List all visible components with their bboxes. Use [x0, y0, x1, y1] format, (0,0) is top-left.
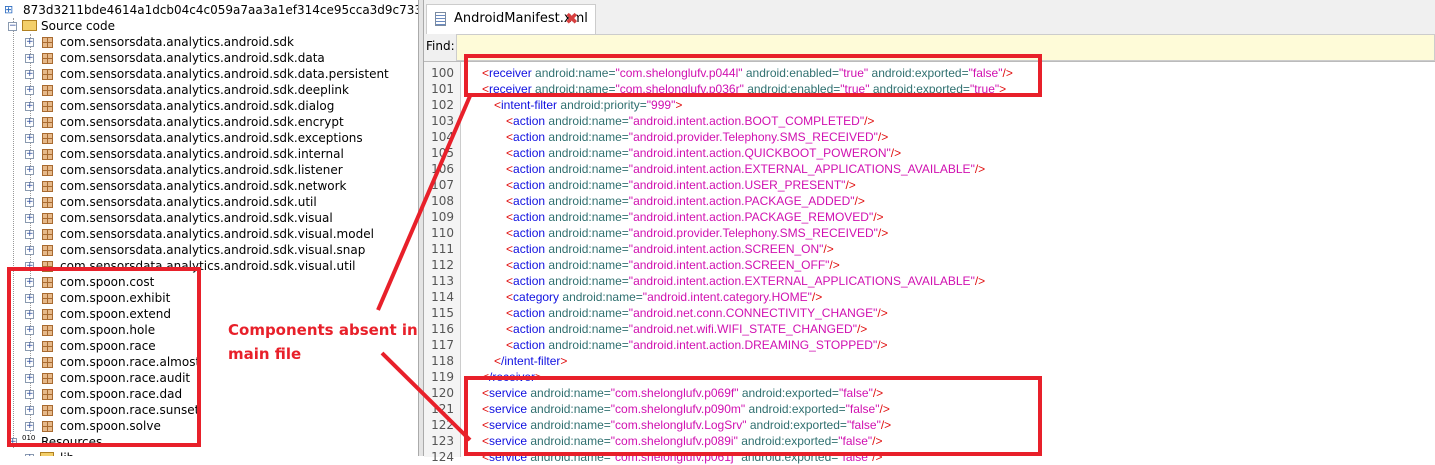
annotation-note: Components absent in main file [228, 318, 418, 366]
arrow-line-services [380, 351, 472, 442]
annotation-line-1: Components absent in [228, 321, 418, 339]
annotation-arrows [376, 95, 472, 442]
arrow-line-receivers [376, 95, 472, 311]
annotation-line-2: main file [228, 345, 302, 363]
